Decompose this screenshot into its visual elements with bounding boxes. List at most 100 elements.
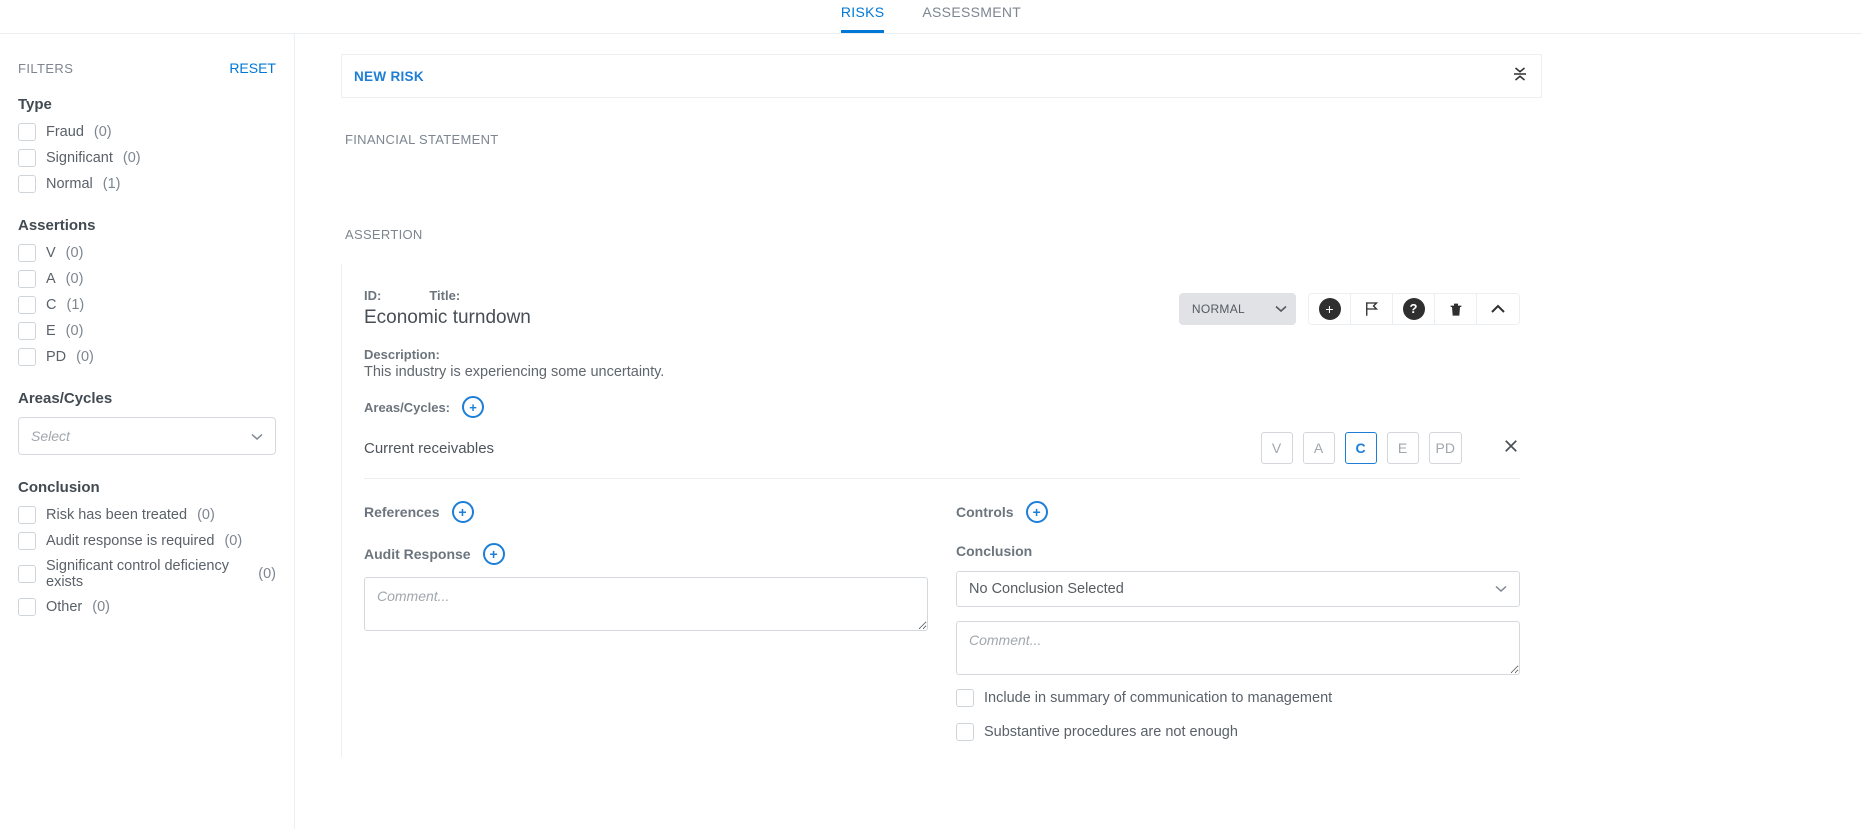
checkbox-fraud[interactable] <box>18 123 36 141</box>
filter-concl-other[interactable]: Other (0) <box>18 598 276 616</box>
include-summary-row[interactable]: Include in summary of communication to m… <box>956 689 1520 707</box>
section-assertion: ASSERTION <box>345 227 1538 242</box>
help-icon: ? <box>1403 298 1425 320</box>
include-summary-label: Include in summary of communication to m… <box>984 690 1332 706</box>
add-control-button[interactable]: + <box>1026 501 1048 523</box>
main-panel: NEW RISK FINANCIAL STATEMENT ASSERTION <box>295 34 1862 787</box>
add-button[interactable]: + <box>1309 294 1351 324</box>
checkbox-label: Significant <box>46 150 113 166</box>
filter-assert-c[interactable]: C (1) <box>18 296 276 314</box>
checkbox-count: (1) <box>66 297 84 313</box>
help-button[interactable]: ? <box>1393 294 1435 324</box>
section-financial-statement: FINANCIAL STATEMENT <box>345 132 1538 147</box>
checkbox-label: C <box>46 297 56 313</box>
substantive-checkbox[interactable] <box>956 723 974 741</box>
new-risk-button[interactable]: NEW RISK <box>354 69 424 84</box>
tab-risks[interactable]: RISKS <box>841 4 885 33</box>
tab-assessment[interactable]: ASSESSMENT <box>922 4 1021 33</box>
assertion-c[interactable]: C <box>1345 432 1377 464</box>
filter-concl-deficiency[interactable]: Significant control deficiency exists (0… <box>18 558 276 590</box>
description-text: This industry is experiencing some uncer… <box>364 364 1520 380</box>
checkbox-v[interactable] <box>18 244 36 262</box>
collapse-button[interactable] <box>1477 294 1519 324</box>
conclusion-select[interactable]: No Conclusion Selected <box>956 571 1520 607</box>
plus-icon: + <box>1319 298 1341 320</box>
checkbox-count: (0) <box>66 271 84 287</box>
checkbox-normal[interactable] <box>18 175 36 193</box>
filter-type-fraud[interactable]: Fraud (0) <box>18 123 276 141</box>
add-reference-button[interactable]: + <box>452 501 474 523</box>
checkbox-pd[interactable] <box>18 348 36 366</box>
checkbox-label: E <box>46 323 56 339</box>
new-risk-bar: NEW RISK <box>341 54 1542 98</box>
checkbox-count: (0) <box>197 507 215 523</box>
filter-concl-treated[interactable]: Risk has been treated (0) <box>18 506 276 524</box>
assertion-a[interactable]: A <box>1303 432 1335 464</box>
assertion-e[interactable]: E <box>1387 432 1419 464</box>
top-tabs: RISKS ASSESSMENT <box>0 0 1862 34</box>
checkbox-deficiency[interactable] <box>18 565 36 583</box>
audit-response-label: Audit Response <box>364 546 471 562</box>
checkbox-label: Audit response is required <box>46 533 214 549</box>
add-audit-response-button[interactable]: + <box>483 543 505 565</box>
risk-actions: + ? <box>1308 293 1520 325</box>
reset-button[interactable]: RESET <box>229 60 276 76</box>
include-summary-checkbox[interactable] <box>956 689 974 707</box>
checkbox-audit[interactable] <box>18 532 36 550</box>
conclusion-comment-input[interactable] <box>956 621 1520 675</box>
collapse-all-icon[interactable] <box>1511 65 1529 88</box>
checkbox-a[interactable] <box>18 270 36 288</box>
filter-type-significant[interactable]: Significant (0) <box>18 149 276 167</box>
group-title-type: Type <box>18 96 276 113</box>
filter-assert-pd[interactable]: PD (0) <box>18 348 276 366</box>
chevron-down-icon <box>1495 585 1507 593</box>
flag-button[interactable] <box>1351 294 1393 324</box>
checkbox-other[interactable] <box>18 598 36 616</box>
checkbox-e[interactable] <box>18 322 36 340</box>
checkbox-count: (1) <box>103 176 121 192</box>
chevron-up-icon <box>1491 304 1505 314</box>
checkbox-significant[interactable] <box>18 149 36 167</box>
add-area-button[interactable]: + <box>462 396 484 418</box>
checkbox-treated[interactable] <box>18 506 36 524</box>
filter-assert-a[interactable]: A (0) <box>18 270 276 288</box>
trash-icon <box>1448 300 1464 318</box>
filters-sidebar: FILTERS RESET Type Fraud (0) Significant… <box>0 34 295 829</box>
filter-assert-v[interactable]: V (0) <box>18 244 276 262</box>
audit-comment-input[interactable] <box>364 577 928 631</box>
chevron-down-icon <box>1275 305 1287 313</box>
checkbox-count: (0) <box>66 245 84 261</box>
right-column: Controls + Conclusion No Conclusion Sele… <box>956 501 1520 749</box>
controls-label: Controls <box>956 504 1014 520</box>
areas-select[interactable]: Select <box>18 417 276 455</box>
risk-type-select[interactable]: NORMAL <box>1179 293 1296 325</box>
checkbox-count: (0) <box>66 323 84 339</box>
filter-group-conclusion: Conclusion Risk has been treated (0) Aud… <box>18 479 276 616</box>
checkbox-c[interactable] <box>18 296 36 314</box>
filter-group-areas: Areas/Cycles Select <box>18 390 276 455</box>
group-title-areas: Areas/Cycles <box>18 390 276 407</box>
checkbox-count: (0) <box>76 349 94 365</box>
checkbox-label: Normal <box>46 176 93 192</box>
group-title-conclusion: Conclusion <box>18 479 276 496</box>
filter-assert-e[interactable]: E (0) <box>18 322 276 340</box>
assertion-v[interactable]: V <box>1261 432 1293 464</box>
risk-title: Economic turndown <box>364 307 531 329</box>
conclusion-value: No Conclusion Selected <box>969 581 1124 597</box>
substantive-row[interactable]: Substantive procedures are not enough <box>956 723 1520 741</box>
assertion-pd[interactable]: PD <box>1429 432 1462 464</box>
delete-button[interactable] <box>1435 294 1477 324</box>
checkbox-count: (0) <box>94 124 112 140</box>
chevron-down-icon <box>251 428 263 444</box>
left-column: References + Audit Response + <box>364 501 928 749</box>
areas-label: Areas/Cycles: <box>364 400 450 415</box>
checkbox-count: (0) <box>92 599 110 615</box>
remove-cycle-button[interactable] <box>1502 437 1520 460</box>
risk-id-label: ID: <box>364 288 381 303</box>
filter-type-normal[interactable]: Normal (1) <box>18 175 276 193</box>
group-title-assertions: Assertions <box>18 217 276 234</box>
checkbox-count: (0) <box>258 566 276 582</box>
checkbox-label: A <box>46 271 56 287</box>
risk-card: ID: Title: Economic turndown NORMAL + <box>341 264 1542 757</box>
filter-concl-audit[interactable]: Audit response is required (0) <box>18 532 276 550</box>
